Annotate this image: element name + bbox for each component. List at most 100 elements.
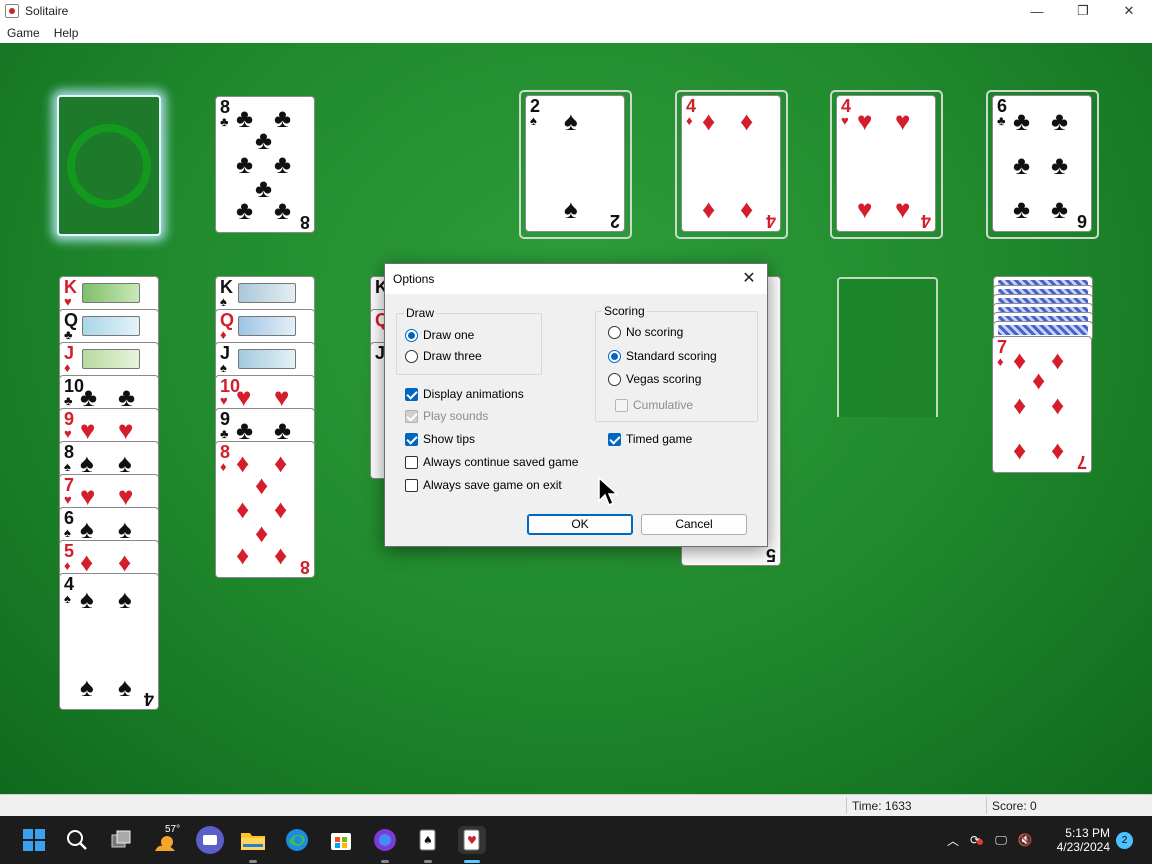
running-indicator <box>249 860 257 863</box>
tableau-7-card-7[interactable]: 7 ♦ ♦ ♦ ♦ ♦ ♦ ♦ ♦ 7 <box>992 336 1092 473</box>
no-scoring-radio[interactable] <box>608 325 621 339</box>
diamond-pip-icon: ♦ <box>702 194 716 224</box>
start-windows-icon[interactable] <box>20 826 48 854</box>
club-suit-icon: ♣ <box>64 393 73 408</box>
card-suit: ♦ <box>997 354 1004 369</box>
chat-icon[interactable] <box>196 826 224 854</box>
minimize-button[interactable]: — <box>1014 0 1060 22</box>
card-suit: ♠ <box>530 113 537 128</box>
heart-pip-icon: ♥ <box>895 194 911 224</box>
clock[interactable]: 5:13 PM 4/23/2024 <box>1052 816 1110 864</box>
task-view-icon[interactable] <box>107 826 135 854</box>
menu-help[interactable]: Help <box>47 26 86 40</box>
weather-widget[interactable]: 57° <box>151 824 180 854</box>
no-scoring-option[interactable]: No scoring <box>608 325 683 339</box>
restore-button[interactable]: ❐ <box>1060 0 1106 22</box>
club-pip-icon: ♣ <box>1013 150 1031 180</box>
card-rank-bottom: 6 <box>1076 211 1087 231</box>
club-suit-icon: ♣ <box>64 327 73 342</box>
cumulative-label: Cumulative <box>633 398 694 412</box>
notification-badge[interactable]: 2 <box>1116 832 1133 849</box>
tableau-6-empty-slot[interactable] <box>837 277 938 417</box>
foundation-card-2[interactable]: 4 ♦ ♦ ♦ ♦ ♦ 4 <box>681 95 781 232</box>
play-sounds-option[interactable]: Play sounds <box>405 409 488 423</box>
sync-icon[interactable]: ⟳ <box>962 833 988 847</box>
draw-three-option[interactable]: Draw three <box>405 349 482 363</box>
draw-one-radio[interactable] <box>405 328 418 342</box>
club-pip-icon: ♣ <box>1051 194 1069 224</box>
diamond-pip-icon: ♦ <box>236 540 250 570</box>
svg-text:♥: ♥ <box>467 834 477 847</box>
stock-pile[interactable] <box>57 95 161 236</box>
time-readout: Time: 1633 <box>852 799 912 813</box>
dialog-close-icon[interactable]: ✕ <box>737 267 761 291</box>
recycle-ring-icon <box>67 124 151 208</box>
standard-scoring-option[interactable]: Standard scoring <box>608 349 717 363</box>
diamond-pip-icon: ♦ <box>1051 435 1065 465</box>
diamond-suit-icon: ♦ <box>220 327 227 342</box>
club-pip-icon: ♣ <box>1051 106 1069 136</box>
close-button[interactable]: ✕ <box>1106 0 1152 22</box>
face-card-art <box>238 283 296 303</box>
microsoft-store-icon[interactable] <box>327 826 355 854</box>
timed-game-option[interactable]: Timed game <box>608 432 692 446</box>
foundation-card-1[interactable]: 2 ♠ ♠ ♠ 2 <box>525 95 625 232</box>
display-animations-checkbox[interactable] <box>405 387 418 401</box>
search-icon[interactable] <box>63 826 91 854</box>
club-pip-icon: ♣ <box>236 103 254 133</box>
title-bar: Solitaire — ❐ ✕ <box>0 0 1152 22</box>
tray-overflow-chevron-icon[interactable]: ︿ <box>944 832 962 849</box>
cancel-button[interactable]: Cancel <box>641 514 747 535</box>
always-continue-checkbox[interactable] <box>405 455 418 469</box>
card-suit: ♣ <box>220 114 229 129</box>
foundation-card-3[interactable]: 4 ♥ ♥ ♥ ♥ ♥ 4 <box>836 95 936 232</box>
network-icon[interactable]: 🖵 <box>988 833 1014 848</box>
heart-suit-icon: ♥ <box>220 393 228 408</box>
menu-game[interactable]: Game <box>0 26 47 40</box>
club-pip-icon: ♣ <box>236 149 254 179</box>
file-explorer-icon[interactable] <box>239 826 267 854</box>
taskbar: 57° ♠ ♥ ︿ ⟳ 🖵 🔇 5:13 PM 4/23/2024 2 <box>0 816 1152 864</box>
waste-card[interactable]: 8 ♣ ♣ ♣ ♣ ♣ ♣ ♣ ♣ ♣ 8 <box>215 96 315 233</box>
card-suit: ♦ <box>220 459 227 474</box>
draw-three-radio[interactable] <box>405 349 418 363</box>
tableau-2-card-8[interactable]: 8 ♦ ♦ ♦ ♦ ♦ ♦ ♦ ♦ ♦ 8 <box>215 441 315 578</box>
clock-time: 5:13 PM <box>1065 826 1110 840</box>
foundation-card-4[interactable]: 6 ♣ ♣ ♣ ♣ ♣ ♣ ♣ 6 <box>992 95 1092 232</box>
vegas-scoring-option[interactable]: Vegas scoring <box>608 372 701 386</box>
club-pip-icon: ♣ <box>1013 106 1031 136</box>
spade-pip-icon: ♠ <box>118 448 132 478</box>
play-sounds-checkbox[interactable] <box>405 409 418 423</box>
card-rank-bottom: 7 <box>1076 452 1087 472</box>
diamond-pip-icon: ♦ <box>1051 390 1065 420</box>
cumulative-option[interactable]: Cumulative <box>615 398 693 412</box>
standard-scoring-radio[interactable] <box>608 349 621 363</box>
club-pip-icon: ♣ <box>118 382 136 412</box>
cumulative-checkbox[interactable] <box>615 398 628 412</box>
diamond-pip-icon: ♦ <box>1051 345 1065 375</box>
show-tips-option[interactable]: Show tips <box>405 432 475 446</box>
always-save-checkbox[interactable] <box>405 478 418 492</box>
club-pip-icon: ♣ <box>274 195 292 225</box>
always-continue-option[interactable]: Always continue saved game <box>405 455 578 469</box>
ok-button[interactable]: OK <box>527 514 633 535</box>
vegas-scoring-radio[interactable] <box>608 372 621 386</box>
solitaire-taskbar-icon[interactable]: ♠ <box>414 826 442 854</box>
heart-pip-icon: ♥ <box>80 481 96 511</box>
diamond-pip-icon: ♦ <box>255 518 269 548</box>
show-tips-checkbox[interactable] <box>405 432 418 446</box>
spade-pip-icon: ♠ <box>118 584 132 614</box>
spade-pip-icon: ♠ <box>564 106 578 136</box>
firefox-browser-icon[interactable] <box>371 826 399 854</box>
solitaire-active-taskbar-icon[interactable]: ♥ <box>458 826 486 854</box>
always-save-option[interactable]: Always save game on exit <box>405 478 562 492</box>
timed-game-checkbox[interactable] <box>608 432 621 446</box>
mouse-cursor-icon <box>598 477 618 507</box>
volume-muted-icon[interactable]: 🔇 <box>1014 833 1036 847</box>
draw-one-option[interactable]: Draw one <box>405 328 474 342</box>
display-animations-option[interactable]: Display animations <box>405 387 524 401</box>
tableau-1-card-4[interactable]: 4 ♠ ♠ ♠ ♠ ♠ 4 <box>59 573 159 710</box>
edge-browser-icon[interactable] <box>283 826 311 854</box>
heart-pip-icon: ♥ <box>236 382 252 412</box>
timed-game-label: Timed game <box>626 432 693 446</box>
